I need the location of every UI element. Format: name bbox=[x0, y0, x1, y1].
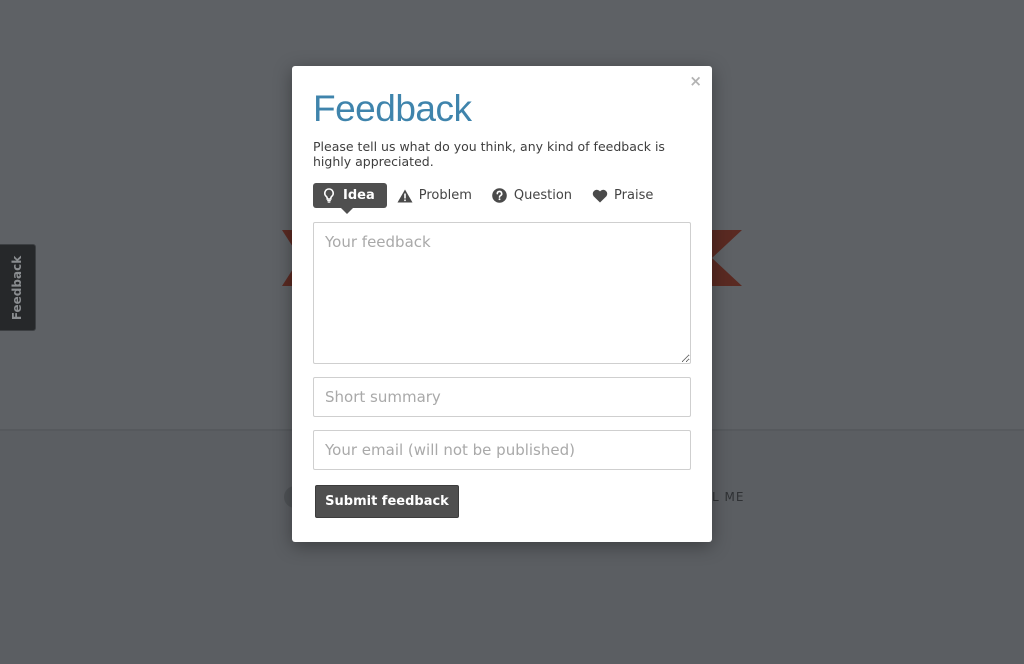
background-footer-text: L ME bbox=[712, 490, 745, 504]
feedback-side-tab-label: Feedback bbox=[10, 255, 25, 320]
close-button[interactable]: × bbox=[689, 74, 702, 89]
type-label-idea: Idea bbox=[343, 188, 375, 203]
feedback-side-tab[interactable]: Feedback bbox=[0, 244, 36, 331]
email-input[interactable] bbox=[313, 430, 691, 470]
submit-feedback-button[interactable]: Submit feedback bbox=[315, 485, 459, 518]
type-option-problem[interactable]: Problem bbox=[397, 183, 480, 208]
type-option-praise[interactable]: Praise bbox=[592, 183, 661, 208]
type-option-idea[interactable]: Idea bbox=[313, 183, 387, 214]
background-ribbon-right bbox=[712, 230, 742, 286]
type-option-question[interactable]: Question bbox=[492, 183, 580, 208]
lightbulb-icon bbox=[321, 188, 337, 204]
warning-icon bbox=[397, 188, 413, 204]
feedback-modal: × Feedback Please tell us what do you th… bbox=[292, 66, 712, 542]
modal-title: Feedback bbox=[313, 88, 472, 129]
type-label-problem: Problem bbox=[418, 188, 472, 203]
modal-intro: Please tell us what do you think, any ki… bbox=[313, 139, 665, 169]
question-icon bbox=[492, 188, 508, 204]
heart-icon bbox=[592, 188, 608, 204]
feedback-textarea[interactable] bbox=[313, 222, 691, 364]
type-label-praise: Praise bbox=[614, 188, 654, 203]
summary-input[interactable] bbox=[313, 377, 691, 417]
feedback-type-selector: Idea Problem Question Praise bbox=[313, 183, 673, 214]
type-label-question: Question bbox=[513, 188, 573, 203]
